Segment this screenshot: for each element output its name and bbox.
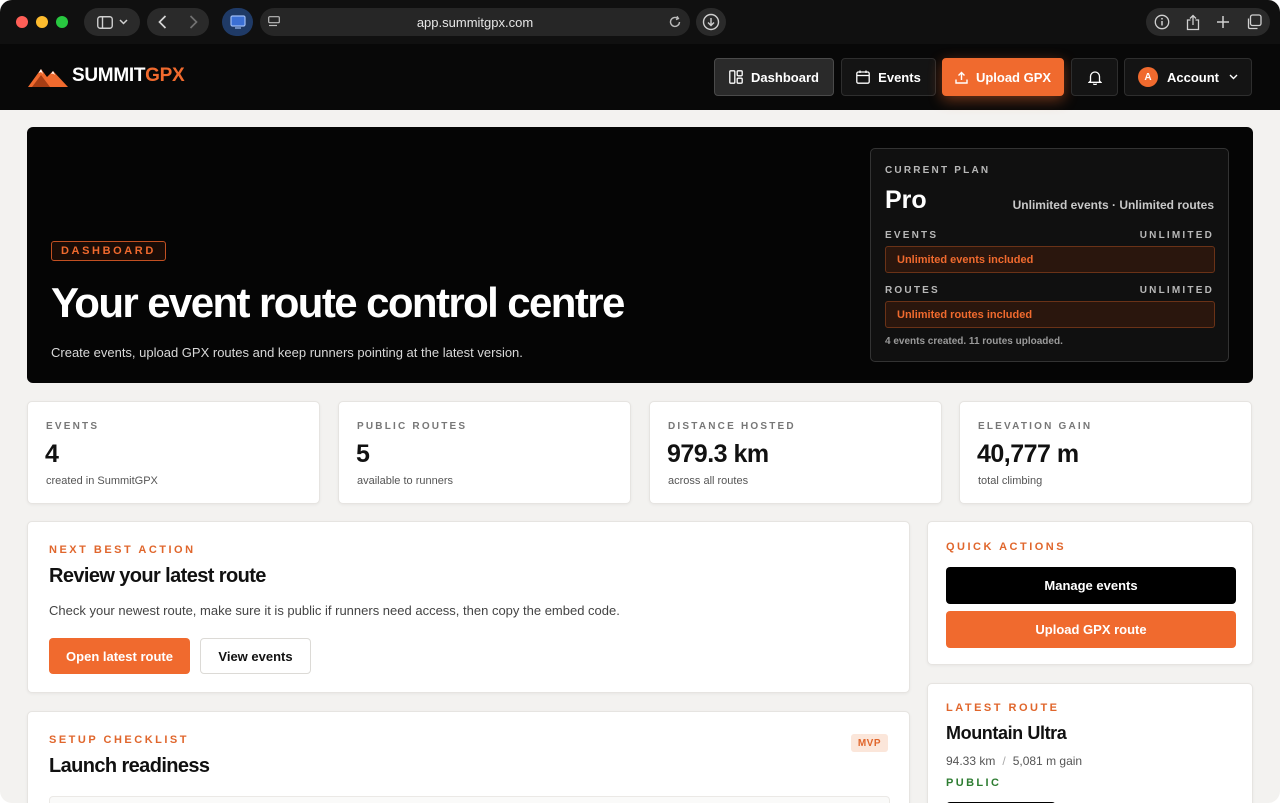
calendar-icon xyxy=(856,70,871,84)
plan-footnote: 4 events created. 11 routes uploaded. xyxy=(885,336,1063,347)
routes-limit-value: UNLIMITED xyxy=(1139,285,1214,296)
notifications-button[interactable] xyxy=(1071,58,1118,96)
meta-separator: / xyxy=(1002,754,1006,768)
app-header: SUMMITGPX Dashboard Events Upload GPX A … xyxy=(0,44,1280,110)
plan-name: Pro xyxy=(885,186,927,214)
stat-label: EVENTS xyxy=(46,421,100,432)
route-gain: 5,081 m gain xyxy=(1012,754,1083,768)
sidebar-icon xyxy=(96,15,113,29)
reload-icon[interactable] xyxy=(668,15,682,29)
stat-value: 4 xyxy=(45,440,59,468)
stat-card-distance: DISTANCE HOSTED 979.3 km across all rout… xyxy=(649,401,942,504)
dashboard-icon xyxy=(729,70,743,84)
hero-banner: DASHBOARD Your event route control centr… xyxy=(27,127,1253,383)
route-distance: 94.33 km xyxy=(946,754,996,768)
address-bar[interactable]: app.summitgpx.com xyxy=(260,8,690,36)
events-limit-label: EVENTS xyxy=(885,230,939,241)
stat-card-elevation: ELEVATION GAIN 40,777 m total climbing xyxy=(959,401,1252,504)
browser-actions xyxy=(1146,8,1270,36)
next-action-text: Check your newest route, make sure it is… xyxy=(49,603,620,618)
dashboard-chip: DASHBOARD xyxy=(51,241,166,261)
upload-icon xyxy=(955,71,968,84)
stat-caption: total climbing xyxy=(978,475,1043,487)
latest-route-card: LATEST ROUTE Mountain Ultra 94.33 km / 5… xyxy=(927,683,1253,803)
back-icon[interactable] xyxy=(158,15,167,29)
plan-summary: Unlimited events · Unlimited routes xyxy=(1012,198,1214,212)
download-icon xyxy=(702,13,720,31)
nav-upload-gpx-button[interactable]: Upload GPX xyxy=(942,58,1064,96)
routes-usage-bar: Unlimited routes included xyxy=(885,301,1215,328)
tabs-icon[interactable] xyxy=(1246,14,1262,30)
account-label: Account xyxy=(1167,69,1219,85)
events-usage-bar: Unlimited events included xyxy=(885,246,1215,273)
route-status-badge: PUBLIC xyxy=(946,777,1002,789)
nav-dashboard-label: Dashboard xyxy=(751,69,819,85)
events-limit-value: UNLIMITED xyxy=(1139,230,1214,241)
latest-route-name: Mountain Ultra xyxy=(946,723,1067,743)
stat-caption: across all routes xyxy=(668,475,749,487)
mvp-badge: MVP xyxy=(850,734,888,752)
routes-limit-label: ROUTES xyxy=(885,285,940,296)
checklist-label: SETUP CHECKLIST xyxy=(49,734,189,746)
stat-value: 979.3 km xyxy=(667,440,769,468)
new-tab-icon[interactable] xyxy=(1216,15,1230,29)
page-settings-icon[interactable] xyxy=(268,16,280,28)
nav-upload-gpx-label: Upload GPX xyxy=(975,69,1052,85)
info-icon[interactable] xyxy=(1154,14,1170,30)
mountain-icon xyxy=(28,69,68,87)
history-buttons xyxy=(147,8,209,36)
forward-icon[interactable] xyxy=(189,15,198,29)
stat-label: ELEVATION GAIN xyxy=(978,421,1093,432)
tab-overview-button[interactable] xyxy=(222,8,253,36)
stat-value: 40,777 m xyxy=(977,440,1079,468)
page-title: Your event route control centre xyxy=(51,279,625,326)
next-action-card: NEXT BEST ACTION Review your latest rout… xyxy=(27,521,910,693)
bell-icon xyxy=(1087,70,1102,85)
quick-actions-label: QUICK ACTIONS xyxy=(946,541,1067,553)
close-window-button[interactable] xyxy=(16,16,28,28)
stat-card-public-routes: PUBLIC ROUTES 5 available to runners xyxy=(338,401,631,504)
sidebar-toggle-button[interactable] xyxy=(84,8,140,36)
screen-icon xyxy=(229,15,246,29)
upload-gpx-route-button[interactable]: Upload GPX route xyxy=(946,611,1236,648)
stat-card-events: EVENTS 4 created in SummitGPX xyxy=(27,401,320,504)
brand-name: SUMMITGPX xyxy=(72,65,185,86)
stat-caption: created in SummitGPX xyxy=(46,475,158,487)
stat-label: PUBLIC ROUTES xyxy=(357,421,468,432)
checklist-title: Launch readiness xyxy=(49,755,210,777)
checklist-item xyxy=(49,796,890,803)
browser-toolbar: app.summitgpx.com xyxy=(0,0,1280,44)
next-action-title: Review your latest route xyxy=(49,565,266,587)
brand-logo[interactable]: SUMMITGPX xyxy=(28,64,185,88)
current-plan-panel: CURRENT PLAN Pro Unlimited events · Unli… xyxy=(870,148,1229,362)
downloads-button[interactable] xyxy=(696,8,726,36)
stat-caption: available to runners xyxy=(357,475,454,487)
latest-route-label: LATEST ROUTE xyxy=(946,702,1060,714)
browser-window: app.summitgpx.com SUMMITGPX Dashboard Ev… xyxy=(0,0,1280,803)
nav-events-button[interactable]: Events xyxy=(841,58,936,96)
next-action-label: NEXT BEST ACTION xyxy=(49,544,196,556)
plan-label: CURRENT PLAN xyxy=(885,165,991,176)
stat-label: DISTANCE HOSTED xyxy=(668,421,796,432)
quick-actions-card: QUICK ACTIONS Manage events Upload GPX r… xyxy=(927,521,1253,665)
avatar: A xyxy=(1138,67,1158,87)
nav-dashboard-button[interactable]: Dashboard xyxy=(714,58,834,96)
latest-route-meta: 94.33 km / 5,081 m gain xyxy=(946,754,1082,768)
stat-value: 5 xyxy=(356,440,370,468)
page-subtitle: Create events, upload GPX routes and kee… xyxy=(51,345,523,360)
share-icon[interactable] xyxy=(1186,14,1200,31)
open-latest-route-button[interactable]: Open latest route xyxy=(49,638,190,674)
view-events-button[interactable]: View events xyxy=(200,638,311,674)
account-menu-button[interactable]: A Account xyxy=(1124,58,1252,96)
nav-events-label: Events xyxy=(878,69,921,85)
manage-events-button[interactable]: Manage events xyxy=(946,567,1236,604)
chevron-down-icon xyxy=(118,19,128,25)
chevron-down-icon xyxy=(1229,74,1238,80)
url-text: app.summitgpx.com xyxy=(416,14,534,30)
setup-checklist-card: SETUP CHECKLIST Launch readiness MVP xyxy=(27,711,910,803)
zoom-window-button[interactable] xyxy=(56,16,68,28)
minimize-window-button[interactable] xyxy=(36,16,48,28)
